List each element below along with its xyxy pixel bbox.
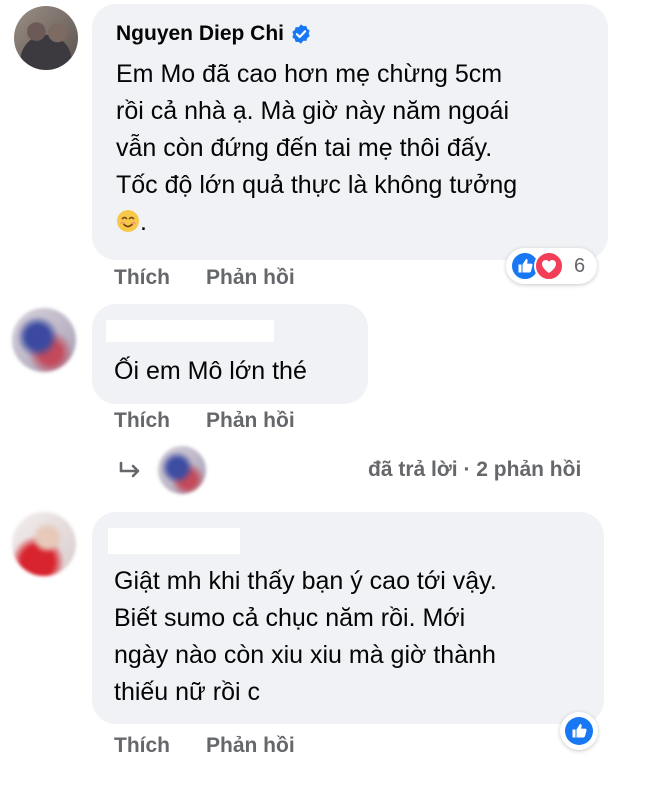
comment-text: Giật mh khi thấy bạn ý cao tới vậy. Biết… bbox=[114, 567, 497, 706]
reply-avatar[interactable] bbox=[158, 446, 206, 494]
like-button[interactable]: Thích bbox=[114, 409, 170, 433]
reaction-count: 6 bbox=[574, 254, 586, 277]
reply-arrow-icon bbox=[119, 461, 140, 478]
author-name[interactable]: Nguyen Diep Chi bbox=[116, 22, 284, 46]
avatar[interactable] bbox=[12, 512, 76, 576]
smiling-face-icon bbox=[117, 210, 139, 232]
avatar[interactable] bbox=[12, 308, 76, 372]
reply-button[interactable]: Phản hồi bbox=[206, 409, 295, 433]
reply-button[interactable]: Phản hồi bbox=[206, 266, 295, 290]
comment-text: Ối em Mô lớn thé bbox=[114, 357, 307, 385]
avatar[interactable] bbox=[14, 6, 78, 70]
comment-text-suffix: . bbox=[140, 208, 147, 236]
redacted-author-name bbox=[106, 320, 274, 342]
like-button[interactable]: Thích bbox=[114, 734, 170, 758]
like-icon bbox=[565, 717, 593, 745]
comment-author[interactable]: Nguyen Diep Chi bbox=[116, 22, 312, 46]
verified-badge-icon bbox=[292, 24, 310, 44]
reply-button[interactable]: Phản hồi bbox=[206, 734, 295, 758]
love-icon bbox=[534, 251, 564, 281]
view-replies-link[interactable]: đã trả lời · 2 phản hồi bbox=[368, 458, 581, 482]
reactions-summary[interactable] bbox=[560, 712, 598, 750]
comment-text: Em Mo đã cao hơn mẹ chừng 5cm rồi cả nhà… bbox=[116, 60, 518, 236]
like-button[interactable]: Thích bbox=[114, 266, 170, 290]
redacted-author-name bbox=[108, 528, 240, 554]
reactions-summary[interactable]: 6 bbox=[506, 248, 598, 284]
